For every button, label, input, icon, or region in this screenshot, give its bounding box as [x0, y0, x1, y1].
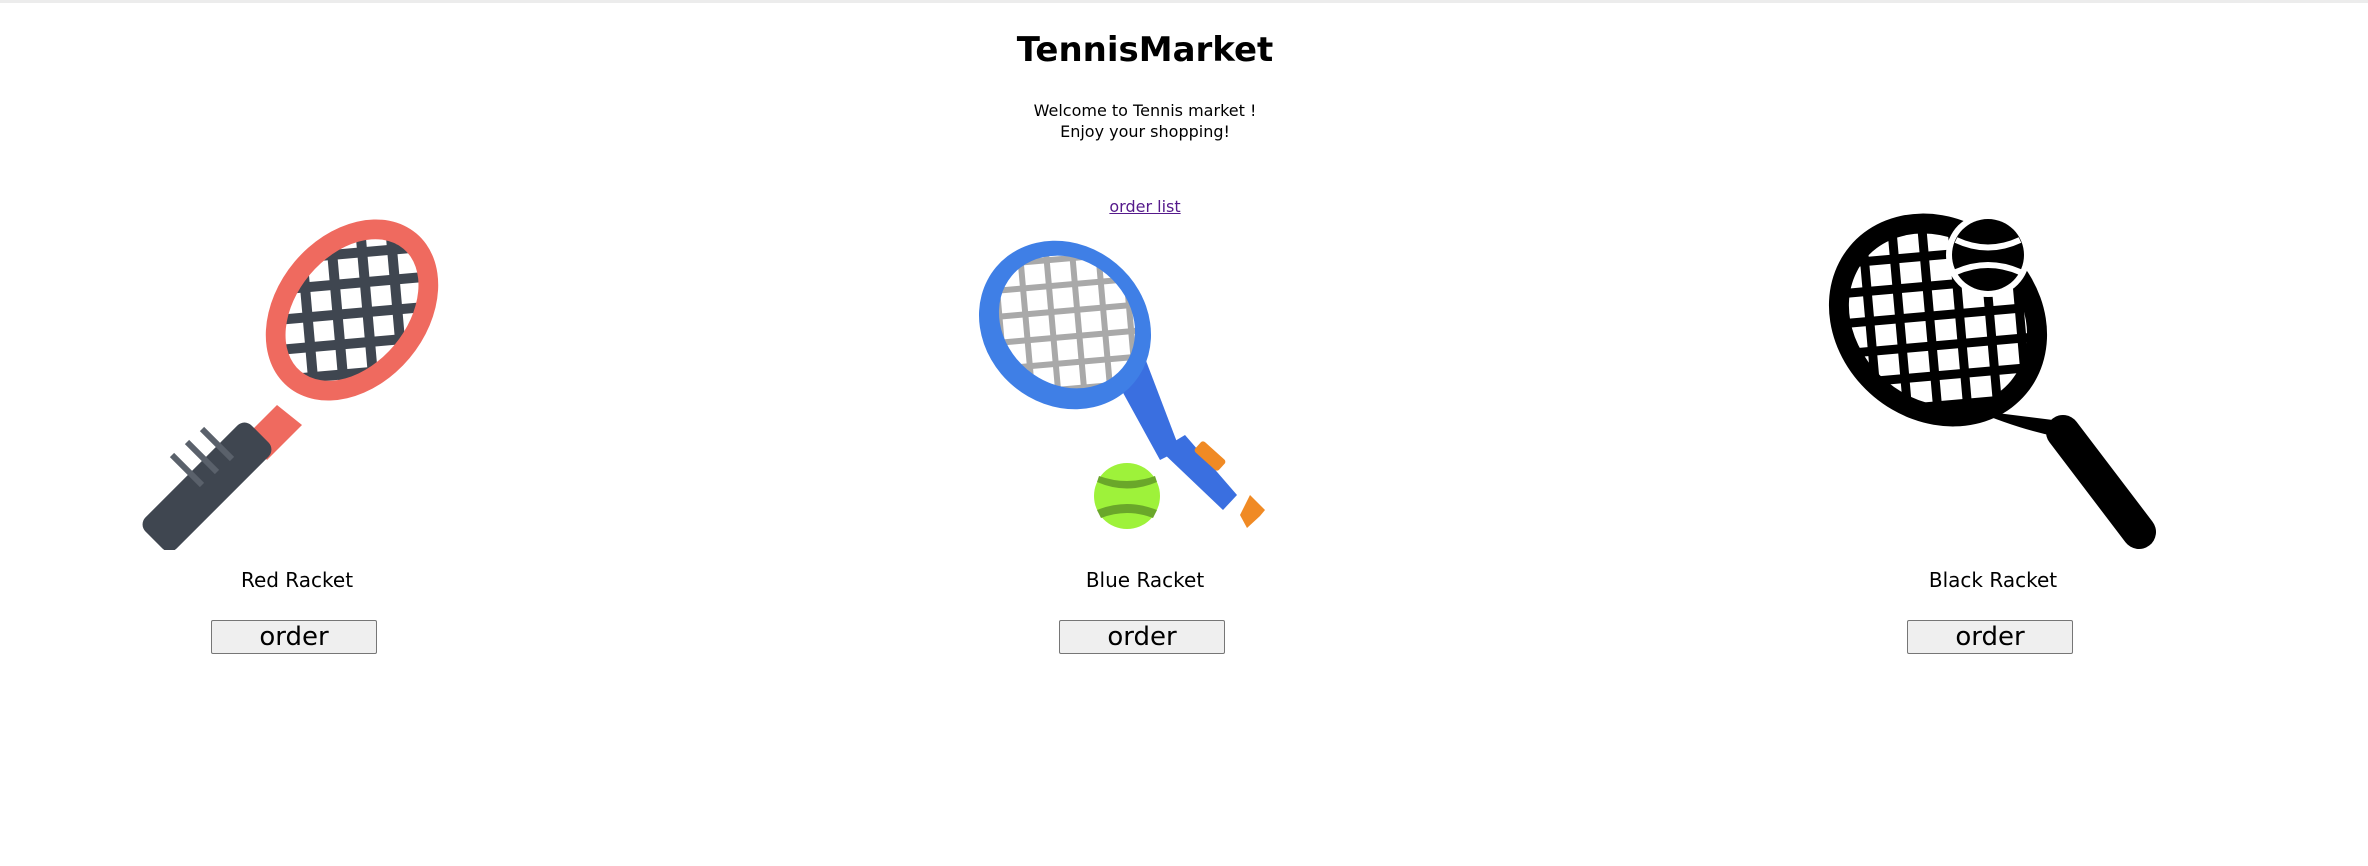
- product-name: Blue Racket: [1085, 568, 1205, 592]
- welcome-message: Welcome to Tennis market ! Enjoy your sh…: [0, 100, 2290, 142]
- black-racket-icon: [1823, 210, 2163, 550]
- welcome-line-1: Welcome to Tennis market !: [1033, 101, 1257, 120]
- order-button-black-racket[interactable]: order: [1907, 620, 2073, 654]
- blue-racket-icon: [975, 210, 1315, 550]
- page-title: TennisMarket: [1016, 30, 1274, 70]
- top-divider: [0, 0, 2368, 3]
- product-card-red-racket: Red Racket order: [127, 210, 467, 660]
- product-card-black-racket: Black Racket order: [1823, 210, 2163, 660]
- order-button-red-racket[interactable]: order: [211, 620, 377, 654]
- product-card-blue-racket: Blue Racket order: [975, 210, 1315, 660]
- red-racket-icon: [127, 210, 467, 552]
- welcome-line-2: Enjoy your shopping!: [1060, 122, 1230, 141]
- order-button-blue-racket[interactable]: order: [1059, 620, 1225, 654]
- product-name: Black Racket: [1928, 568, 2058, 592]
- product-name: Red Racket: [240, 568, 354, 592]
